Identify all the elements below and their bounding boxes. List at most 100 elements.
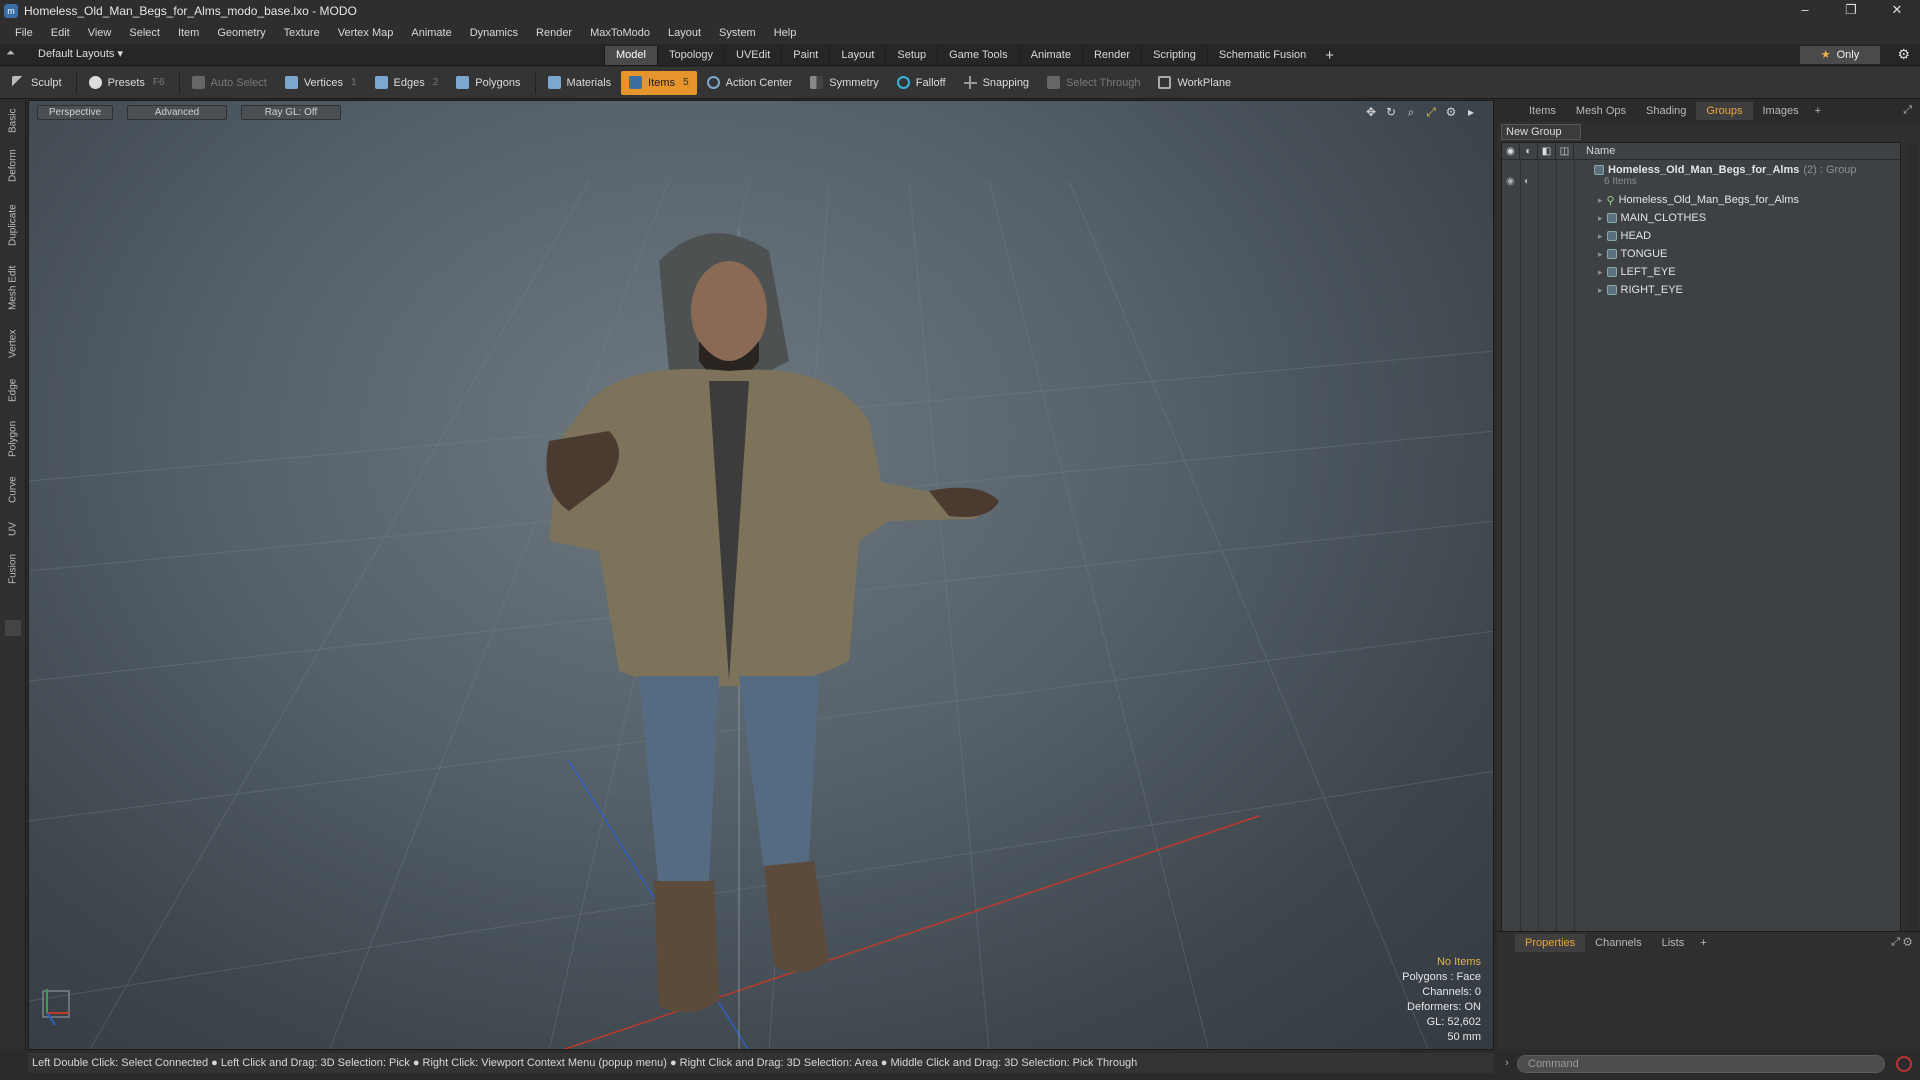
expand-arrow-icon[interactable]: ▸ bbox=[1598, 285, 1603, 296]
menu-item[interactable]: Item bbox=[169, 27, 208, 39]
menu-system[interactable]: System bbox=[710, 27, 765, 39]
falloff-button[interactable]: Falloff bbox=[889, 71, 954, 95]
collapse-arrow-icon[interactable]: ⏶ bbox=[6, 47, 20, 60]
menu-layout[interactable]: Layout bbox=[659, 27, 710, 39]
add-layout-button[interactable]: + bbox=[1317, 46, 1342, 65]
tab-items[interactable]: Items bbox=[1519, 102, 1566, 120]
menu-help[interactable]: Help bbox=[765, 27, 806, 39]
tab-duplicate[interactable]: Duplicate bbox=[3, 196, 23, 254]
tab-basic[interactable]: Basic bbox=[3, 104, 23, 138]
move-view-icon[interactable]: ✥ bbox=[1361, 105, 1381, 120]
layout-tab-scripting[interactable]: Scripting bbox=[1141, 46, 1207, 65]
tab-fusion[interactable]: Fusion bbox=[3, 548, 23, 590]
items-button[interactable]: Items 5 bbox=[621, 70, 697, 95]
add-tab-button[interactable]: + bbox=[1809, 105, 1827, 117]
menu-vertex-map[interactable]: Vertex Map bbox=[329, 27, 403, 39]
tab-groups[interactable]: Groups bbox=[1696, 102, 1753, 120]
tab-mesh-edit[interactable]: Mesh Edit bbox=[3, 260, 23, 316]
tab-edge[interactable]: Edge bbox=[3, 372, 23, 408]
render-icon[interactable]: ◐ bbox=[1520, 142, 1538, 160]
menu-texture[interactable]: Texture bbox=[275, 27, 329, 39]
command-input[interactable]: Command bbox=[1517, 1055, 1885, 1073]
expand-arrow-icon[interactable]: ▸ bbox=[1598, 213, 1603, 224]
group-row[interactable]: ◉ ◐ Homeless_Old_Man_Begs_for_Alms (2) : … bbox=[1502, 161, 1900, 189]
tree-scrollbar[interactable] bbox=[1908, 144, 1918, 930]
menu-maxtomodo[interactable]: MaxToModo bbox=[581, 27, 659, 39]
tab-deform[interactable]: Deform bbox=[3, 144, 23, 188]
layout-tab-render[interactable]: Render bbox=[1081, 46, 1141, 65]
polygons-button[interactable]: Polygons bbox=[448, 71, 528, 95]
expand-arrow-icon[interactable]: ▸ bbox=[1461, 105, 1481, 120]
expand-panel-icon[interactable]: ⤢ bbox=[1903, 104, 1912, 117]
viewport-settings-icon[interactable]: ⚙ bbox=[1441, 105, 1461, 120]
tab-vertex[interactable]: Vertex bbox=[3, 322, 23, 366]
tab-polygon[interactable]: Polygon bbox=[3, 414, 23, 464]
menu-view[interactable]: View bbox=[79, 27, 121, 39]
tree-item[interactable]: ▸ LEFT_EYE bbox=[1502, 263, 1900, 281]
layout-tab-uvedit[interactable]: UVEdit bbox=[724, 46, 781, 65]
restore-button[interactable]: ❐ bbox=[1828, 0, 1874, 22]
menu-edit[interactable]: Edit bbox=[42, 27, 79, 39]
tree-item[interactable]: ▸ ⚲ Homeless_Old_Man_Begs_for_Alms bbox=[1502, 191, 1900, 209]
panel-toggle-button[interactable] bbox=[5, 620, 21, 636]
layout-tab-game-tools[interactable]: Game Tools bbox=[937, 46, 1019, 65]
action-center-button[interactable]: Action Center bbox=[699, 71, 801, 95]
snapping-button[interactable]: Snapping bbox=[956, 71, 1038, 95]
select-icon[interactable]: ◫ bbox=[1556, 142, 1574, 160]
layout-tab-setup[interactable]: Setup bbox=[885, 46, 937, 65]
fit-view-icon[interactable]: ⤢ bbox=[1421, 105, 1441, 120]
select-through-button[interactable]: Select Through bbox=[1039, 71, 1148, 95]
menu-render[interactable]: Render bbox=[527, 27, 581, 39]
layout-tab-model[interactable]: Model bbox=[604, 46, 657, 65]
sculpt-button[interactable]: Sculpt bbox=[4, 71, 70, 95]
symmetry-button[interactable]: Symmetry bbox=[802, 71, 887, 95]
tab-curve[interactable]: Curve bbox=[3, 470, 23, 510]
tab-mesh-ops[interactable]: Mesh Ops bbox=[1566, 102, 1636, 120]
presets-button[interactable]: Presets F6 bbox=[81, 71, 173, 95]
menu-animate[interactable]: Animate bbox=[402, 27, 460, 39]
perspective-button[interactable]: Perspective bbox=[37, 104, 113, 120]
menu-select[interactable]: Select bbox=[120, 27, 169, 39]
tab-properties[interactable]: Properties bbox=[1515, 934, 1586, 952]
layout-tab-topology[interactable]: Topology bbox=[656, 46, 724, 65]
workplane-button[interactable]: WorkPlane bbox=[1150, 71, 1239, 95]
only-toggle[interactable]: ★ Only bbox=[1800, 46, 1880, 64]
visibility-eye-icon[interactable]: ◉ bbox=[1502, 142, 1520, 160]
render-toggle-icon[interactable]: ◐ bbox=[1524, 176, 1542, 187]
close-button[interactable]: ✕ bbox=[1874, 0, 1920, 22]
advanced-button[interactable]: Advanced bbox=[127, 104, 227, 120]
panel-options-icon[interactable]: ⤢ ⚙ bbox=[1891, 936, 1912, 949]
edges-button[interactable]: Edges 2 bbox=[367, 71, 447, 95]
zoom-view-icon[interactable]: ⌕ bbox=[1401, 105, 1421, 120]
tab-shading[interactable]: Shading bbox=[1636, 102, 1696, 120]
record-macro-icon[interactable] bbox=[1896, 1056, 1912, 1072]
layout-tab-animate[interactable]: Animate bbox=[1018, 46, 1082, 65]
vertices-button[interactable]: Vertices 1 bbox=[277, 71, 365, 95]
layout-tab-paint[interactable]: Paint bbox=[781, 46, 829, 65]
raygl-button[interactable]: Ray GL: Off bbox=[241, 104, 341, 120]
lock-icon[interactable]: ◧ bbox=[1538, 142, 1556, 160]
expand-arrow-icon[interactable]: ▸ bbox=[1598, 249, 1603, 260]
3d-viewport[interactable]: Perspective Advanced Ray GL: Off ✥ ↻ ⌕ ⤢… bbox=[28, 100, 1494, 1050]
eye-icon[interactable]: ◉ bbox=[1506, 176, 1524, 187]
layout-tab-schematic-fusion[interactable]: Schematic Fusion bbox=[1206, 46, 1317, 65]
tree-item[interactable]: ▸ RIGHT_EYE bbox=[1502, 281, 1900, 299]
expand-arrow-icon[interactable]: ▸ bbox=[1598, 195, 1603, 206]
rotate-view-icon[interactable]: ↻ bbox=[1381, 105, 1401, 120]
tree-item[interactable]: ▸ TONGUE bbox=[1502, 245, 1900, 263]
menu-dynamics[interactable]: Dynamics bbox=[461, 27, 527, 39]
default-layouts-dropdown[interactable]: Default Layouts ▾ bbox=[38, 47, 123, 60]
gear-icon[interactable]: ⚙ bbox=[1897, 46, 1910, 63]
auto-select-button[interactable]: Auto Select bbox=[184, 71, 275, 95]
tab-uv[interactable]: UV bbox=[3, 516, 23, 542]
tab-lists[interactable]: Lists bbox=[1652, 934, 1695, 952]
expand-arrow-icon[interactable]: ▸ bbox=[1598, 267, 1603, 278]
tree-item[interactable]: ▸ HEAD bbox=[1502, 227, 1900, 245]
tab-channels[interactable]: Channels bbox=[1585, 934, 1651, 952]
menu-geometry[interactable]: Geometry bbox=[208, 27, 274, 39]
new-group-button[interactable]: New Group bbox=[1501, 124, 1581, 140]
materials-button[interactable]: Materials bbox=[540, 71, 620, 95]
menu-file[interactable]: File bbox=[6, 27, 42, 39]
tree-item[interactable]: ▸ MAIN_CLOTHES bbox=[1502, 209, 1900, 227]
tab-images[interactable]: Images bbox=[1753, 102, 1809, 120]
